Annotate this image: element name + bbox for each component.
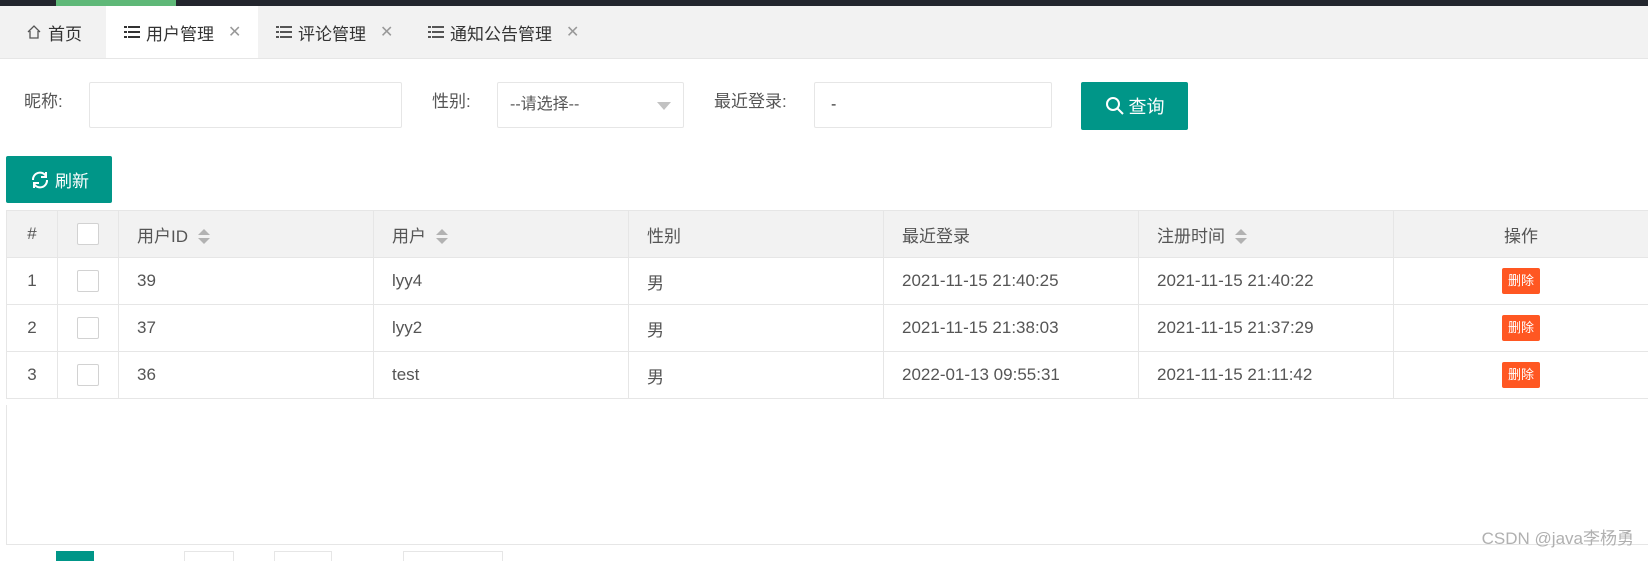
column-header-register-time[interactable]: 注册时间 — [1139, 211, 1394, 258]
delete-button[interactable]: 删除 — [1502, 362, 1540, 388]
cell-user-id: 39 — [119, 258, 374, 305]
sort-icon[interactable] — [1235, 229, 1247, 245]
pagination-current-page[interactable] — [56, 551, 94, 561]
query-button[interactable]: 查询 — [1081, 82, 1188, 130]
last-login-range-input[interactable]: - — [814, 82, 1052, 128]
cell-gender: 男 — [629, 305, 884, 352]
tab-label: 通知公告管理 — [450, 20, 552, 45]
row-checkbox[interactable] — [77, 317, 99, 339]
cell-index: 2 — [7, 305, 58, 352]
column-header-last-login: 最近登录 — [884, 211, 1139, 258]
table-header-row: # 用户ID 用户 性别 最近登录 注册时间 操作 — [7, 211, 1648, 258]
table-empty-area — [6, 405, 1648, 545]
cell-last-login: 2021-11-15 21:40:25 — [884, 258, 1139, 305]
table-row: 3 36 test 男 2022-01-13 09:55:31 2021-11-… — [7, 352, 1648, 399]
gender-label: 性别: — [432, 78, 471, 126]
list-icon — [122, 22, 142, 42]
row-checkbox[interactable] — [77, 270, 99, 292]
search-form: 昵称: 性别: --请选择-- 最近登录: - 查询 — [0, 78, 1648, 130]
chevron-down-icon — [657, 102, 671, 110]
cell-select — [58, 305, 119, 352]
delete-button[interactable]: 删除 — [1502, 268, 1540, 294]
cell-register-time: 2021-11-15 21:11:42 — [1139, 352, 1394, 399]
gender-select[interactable]: --请选择-- — [497, 82, 684, 128]
cell-register-time: 2021-11-15 21:37:29 — [1139, 305, 1394, 352]
column-header-label: 用户ID — [137, 227, 188, 246]
cell-select — [58, 352, 119, 399]
gender-selected-value: --请选择-- — [510, 96, 579, 113]
watermark: CSDN @java李杨勇 — [1482, 524, 1634, 549]
tab-label: 用户管理 — [146, 20, 214, 45]
close-icon[interactable]: ✕ — [380, 22, 393, 42]
close-icon[interactable]: ✕ — [228, 22, 241, 42]
tab-comment-management[interactable]: 评论管理 ✕ — [258, 6, 410, 58]
cell-last-login: 2021-11-15 21:38:03 — [884, 305, 1139, 352]
tab-user-management[interactable]: 用户管理 ✕ — [106, 6, 258, 58]
column-header-actions: 操作 — [1394, 211, 1648, 258]
column-header-select — [58, 211, 119, 258]
last-login-label: 最近登录: — [714, 78, 787, 126]
column-header-label: 用户 — [392, 227, 426, 246]
query-button-label: 查询 — [1129, 93, 1165, 119]
close-icon[interactable]: ✕ — [566, 22, 579, 42]
column-header-index: # — [7, 211, 58, 258]
cell-actions: 删除 — [1394, 352, 1648, 399]
tab-notice-management[interactable]: 通知公告管理 ✕ — [410, 6, 600, 58]
last-login-value: - — [831, 96, 836, 113]
pagination-go-button[interactable] — [274, 551, 332, 561]
cell-actions: 删除 — [1394, 305, 1648, 352]
cell-last-login: 2022-01-13 09:55:31 — [884, 352, 1139, 399]
cell-user-id: 36 — [119, 352, 374, 399]
home-icon — [24, 22, 44, 42]
column-header-user[interactable]: 用户 — [374, 211, 629, 258]
table-row: 2 37 lyy2 男 2021-11-15 21:38:03 2021-11-… — [7, 305, 1648, 352]
nickname-input[interactable] — [89, 82, 402, 128]
sort-icon[interactable] — [198, 229, 210, 245]
search-icon — [1105, 96, 1125, 116]
sort-icon[interactable] — [436, 229, 448, 245]
refresh-button-label: 刷新 — [55, 167, 89, 192]
cell-user-id: 37 — [119, 305, 374, 352]
column-header-user-id[interactable]: 用户ID — [119, 211, 374, 258]
pagination-page-input[interactable] — [184, 551, 234, 561]
tab-label: 评论管理 — [298, 20, 366, 45]
cell-actions: 删除 — [1394, 258, 1648, 305]
delete-button[interactable]: 删除 — [1502, 315, 1540, 341]
cell-user: test — [374, 352, 629, 399]
refresh-icon — [29, 169, 51, 191]
select-all-checkbox[interactable] — [77, 223, 99, 245]
cell-gender: 男 — [629, 258, 884, 305]
list-icon — [274, 22, 294, 42]
user-table: # 用户ID 用户 性别 最近登录 注册时间 操作 1 39 lyy4 男 20… — [6, 210, 1648, 399]
cell-select — [58, 258, 119, 305]
cell-user: lyy4 — [374, 258, 629, 305]
tab-bar: 首页 用户管理 ✕ 评论管理 ✕ 通知公告管理 ✕ — [0, 6, 1648, 59]
cell-register-time: 2021-11-15 21:40:22 — [1139, 258, 1394, 305]
tab-home[interactable]: 首页 — [0, 6, 106, 58]
refresh-button[interactable]: 刷新 — [6, 156, 112, 203]
list-icon — [426, 22, 446, 42]
pagination-page-size-select[interactable] — [403, 551, 503, 561]
nickname-label: 昵称: — [24, 78, 63, 126]
tab-label: 首页 — [48, 20, 82, 45]
column-header-label: 注册时间 — [1157, 227, 1225, 246]
row-checkbox[interactable] — [77, 364, 99, 386]
cell-user: lyy2 — [374, 305, 629, 352]
cell-gender: 男 — [629, 352, 884, 399]
cell-index: 3 — [7, 352, 58, 399]
table-row: 1 39 lyy4 男 2021-11-15 21:40:25 2021-11-… — [7, 258, 1648, 305]
cell-index: 1 — [7, 258, 58, 305]
column-header-gender: 性别 — [629, 211, 884, 258]
